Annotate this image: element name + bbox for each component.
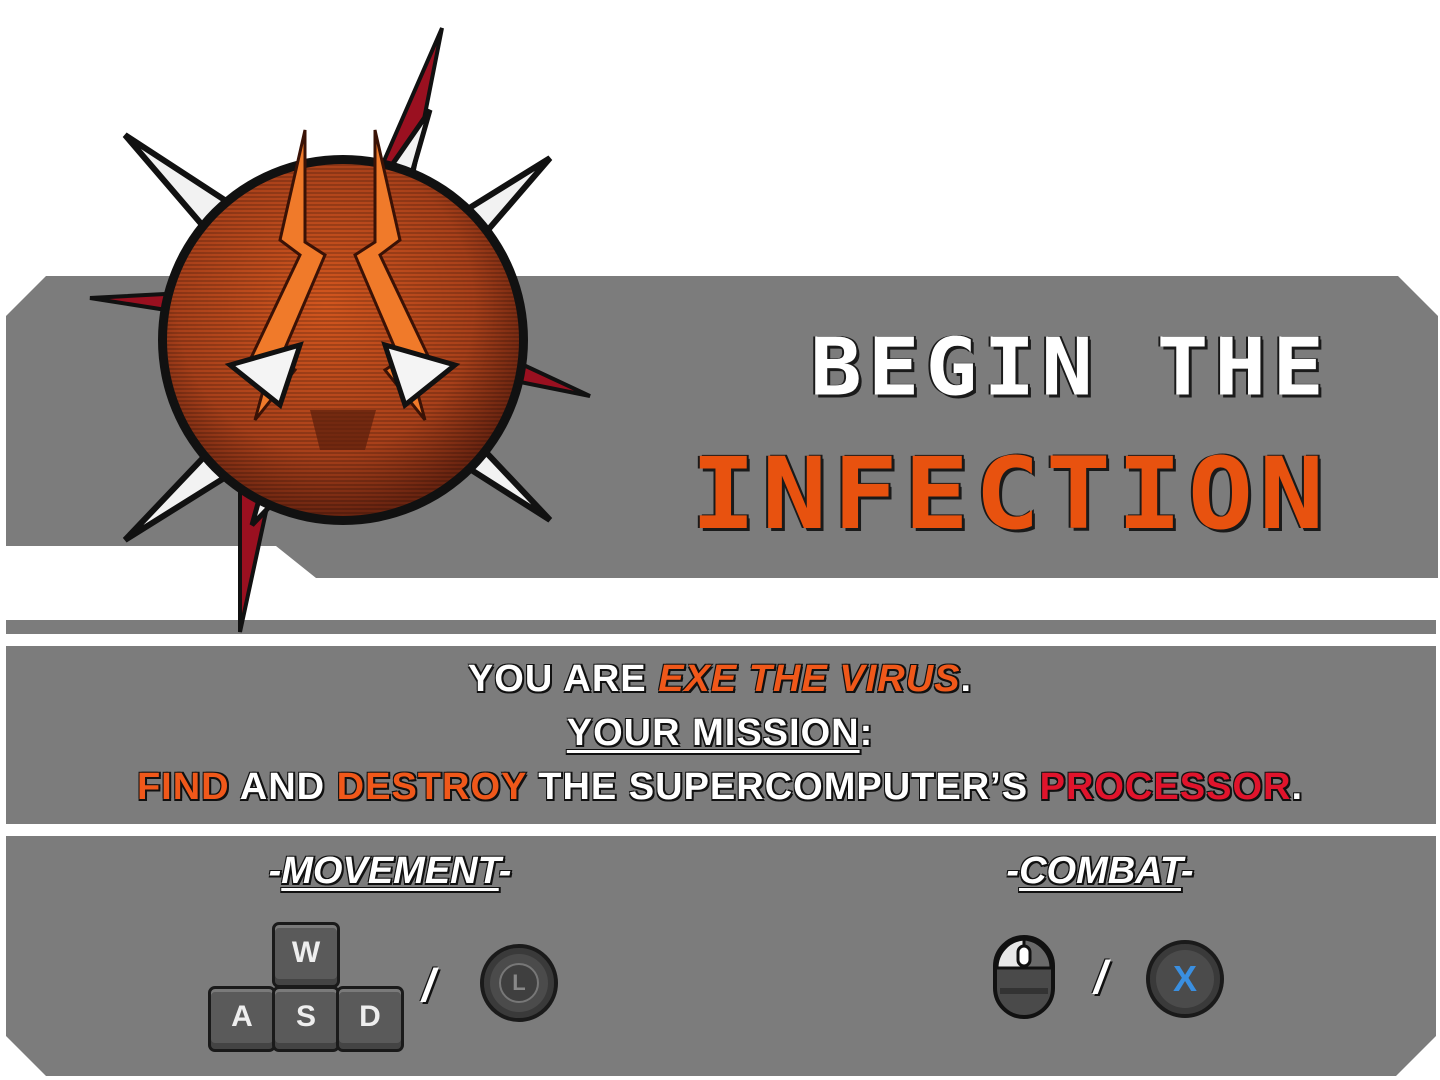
mission-heading-label: YOUR MISSION <box>566 712 860 754</box>
objective-verb-destroy: DESTROY <box>336 766 527 808</box>
left-stick-label: L <box>499 963 539 1003</box>
objective-target: PROCESSOR <box>1039 766 1292 808</box>
combat-heading-label: COMBAT <box>1019 850 1181 892</box>
key-s: S <box>272 986 340 1052</box>
mission-text: YOU ARE <box>467 658 659 700</box>
mission-heading: YOUR MISSION: <box>0 712 1440 755</box>
x-button-icon: X <box>1146 940 1224 1018</box>
mission-text: THE SUPERCOMPUTER’S <box>526 766 1040 808</box>
left-stick-icon: L <box>480 944 558 1022</box>
key-a: A <box>208 986 276 1052</box>
separator-slash: / <box>1094 951 1107 1003</box>
title-line-infection: INFECTION <box>690 437 1330 552</box>
game-screen: BEGIN THE INFECTION YOU ARE EXE THE VIRU… <box>0 0 1440 1080</box>
title-line-begin: BEGIN THE <box>810 322 1330 414</box>
mission-objective-text: FIND AND DESTROY THE SUPERCOMPUTER’S PRO… <box>0 766 1440 809</box>
key-d: D <box>336 986 404 1052</box>
mission-identity-text: YOU ARE EXE THE VIRUS. <box>0 658 1440 701</box>
mouse-left-click-icon <box>993 935 1055 1019</box>
mission-text: : <box>859 712 874 754</box>
movement-heading-label: MOVEMENT <box>281 850 499 892</box>
movement-heading: -MOVEMENT- <box>268 850 512 892</box>
key-w: W <box>272 922 340 988</box>
separator-slash: / <box>422 959 435 1011</box>
virus-name: EXE THE VIRUS <box>658 658 961 700</box>
mission-text: AND <box>229 766 337 808</box>
combat-heading: -COMBAT- <box>1006 850 1194 892</box>
mission-text: . <box>960 658 973 700</box>
mission-text: . <box>1291 766 1304 808</box>
objective-verb-find: FIND <box>136 766 230 808</box>
virus-emblem-icon <box>89 27 591 633</box>
